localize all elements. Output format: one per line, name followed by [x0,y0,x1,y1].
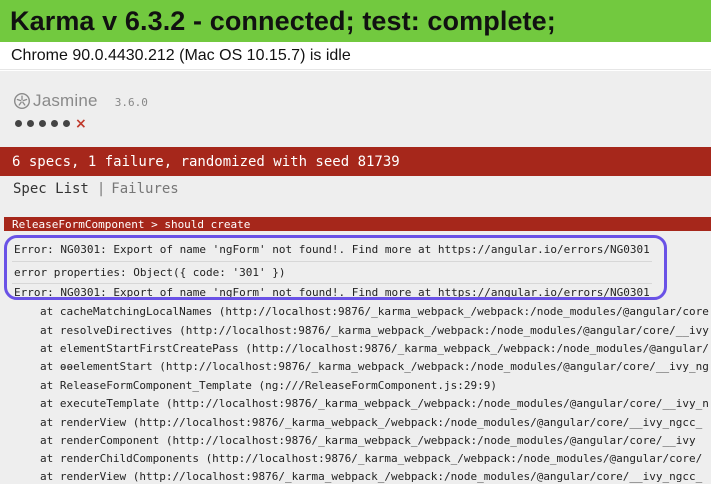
failures-link[interactable]: Failures [111,181,178,197]
stack-trace-line: at renderComponent (http://localhost:987… [40,434,696,447]
divider [12,261,652,262]
summary-bar: 6 specs, 1 failure, randomized with seed… [0,147,711,176]
browser-status: Chrome 90.0.4430.212 (Mac OS 10.15.7) is… [11,46,351,64]
stack-trace-line: at ɵɵelementStart (http://localhost:9876… [40,360,709,373]
failed-spec-title-bar: ReleaseFormComponent > should create [4,217,711,231]
failed-spec-title[interactable]: ReleaseFormComponent > should create [12,218,250,231]
spec-list-link[interactable]: Spec List [13,181,89,197]
jasmine-reporter: Jasmine 3.6.0 × 6 specs, 1 failure, rand… [0,71,711,484]
jasmine-header: Jasmine 3.6.0 [14,91,148,111]
summary-text: 6 specs, 1 failure, randomized with seed… [12,153,400,170]
spec-passed-dot[interactable] [63,120,70,127]
results-menu: Spec List | Failures [13,181,179,197]
jasmine-logo-text: Jasmine [33,91,98,110]
failure-messages: Error: NG0301: Export of name 'ngForm' n… [4,231,711,484]
jasmine-flower-icon [14,93,30,109]
stack-trace-line: at renderView (http://localhost:9876/_ka… [40,470,703,483]
spec-failed-icon[interactable]: × [75,117,87,131]
stack-trace-line: at renderChildComponents (http://localho… [40,452,703,465]
spec-passed-dot[interactable] [51,120,58,127]
error-stack-header: Error: NG0301: Export of name 'ngForm' n… [14,286,650,299]
divider [12,283,652,284]
error-message: Error: NG0301: Export of name 'ngForm' n… [14,243,650,256]
jasmine-version: 3.6.0 [114,95,148,109]
spec-passed-dot[interactable] [15,120,22,127]
spec-passed-dot[interactable] [27,120,34,127]
error-properties: error properties: Object({ code: '301' }… [14,266,286,279]
karma-status-banner: Karma v 6.3.2 - connected; test: complet… [0,0,711,42]
spec-result-dots: × [15,116,87,131]
stack-trace-line: at cacheMatchingLocalNames (http://local… [40,305,709,318]
stack-trace-line: at executeTemplate (http://localhost:987… [40,397,709,410]
karma-title: Karma v 6.3.2 - connected; test: complet… [10,5,556,36]
stack-trace-line: at elementStartFirstCreatePass (http://l… [40,342,709,355]
stack-trace-line: at renderView (http://localhost:9876/_ka… [40,416,703,429]
browser-status-row: Chrome 90.0.4430.212 (Mac OS 10.15.7) is… [0,42,711,70]
stack-trace-line: at ReleaseFormComponent_Template (ng:///… [40,379,497,392]
stack-trace-line: at resolveDirectives (http://localhost:9… [40,324,709,337]
menu-separator: | [96,181,106,197]
spec-passed-dot[interactable] [39,120,46,127]
